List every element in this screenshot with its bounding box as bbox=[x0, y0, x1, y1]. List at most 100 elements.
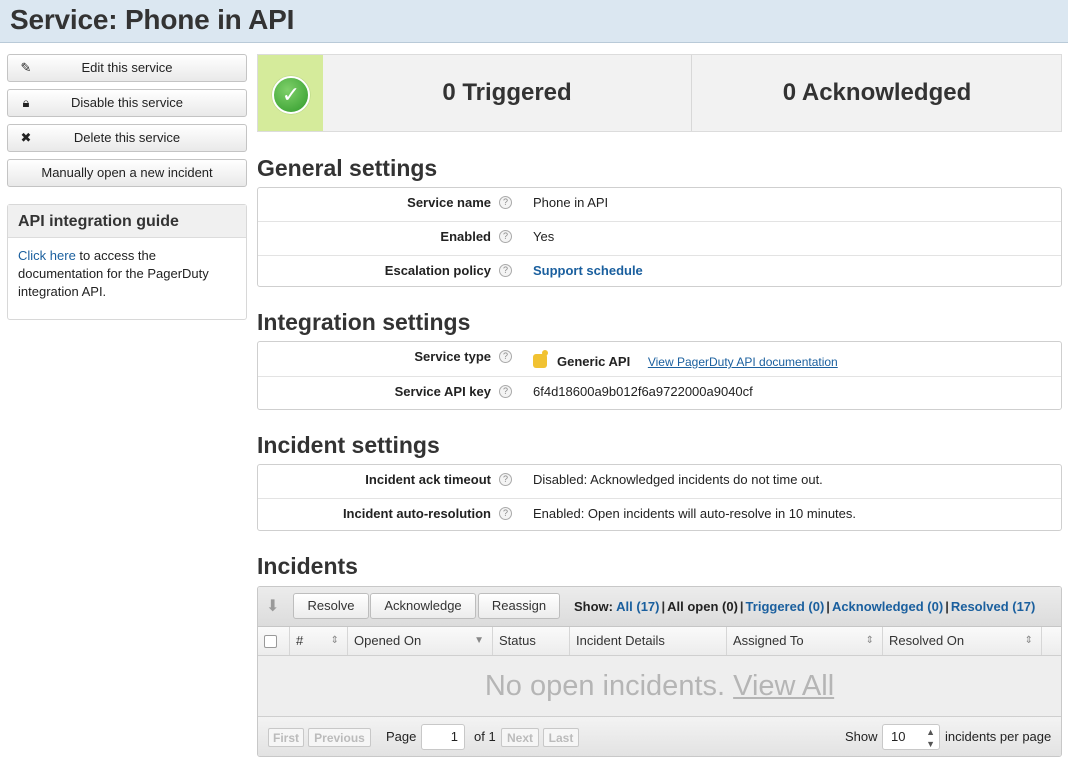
open-incident-label: Manually open a new incident bbox=[41, 165, 213, 180]
disable-service-button[interactable]: 🔒︎ Disable this service bbox=[7, 89, 247, 117]
help-icon[interactable]: ? bbox=[499, 230, 512, 243]
incidents-table-header: # ⇕ Opened On ▼ Status Incident Details As… bbox=[258, 627, 1061, 656]
filter-all-open[interactable]: All open (0) bbox=[667, 599, 738, 614]
pencil-icon: ✎ bbox=[20, 60, 32, 75]
api-documentation-link[interactable]: View PagerDuty API documentation bbox=[648, 355, 838, 369]
delete-service-label: Delete this service bbox=[73, 130, 181, 145]
puzzle-icon bbox=[533, 350, 548, 368]
help-icon[interactable]: ? bbox=[499, 507, 512, 520]
api-guide-body: Click here to access the documentation f… bbox=[8, 238, 246, 310]
last-page-button[interactable]: Last bbox=[543, 728, 579, 747]
incidents-heading: Incidents bbox=[257, 553, 358, 579]
service-name-label: Service name bbox=[407, 195, 491, 210]
column-resolved-on[interactable]: Resolved On ⇕ bbox=[883, 627, 1042, 655]
escalation-policy-link[interactable]: Support schedule bbox=[533, 256, 643, 285]
checkmark-icon: ✓ bbox=[272, 76, 310, 114]
edit-service-button[interactable]: ✎ Edit this service bbox=[7, 54, 247, 82]
show-label: Show: bbox=[574, 599, 613, 614]
column-assigned-to[interactable]: Assigned To ⇕ bbox=[727, 627, 883, 655]
api-guide-panel: API integration guide Click here to acce… bbox=[7, 204, 247, 320]
acknowledge-button[interactable]: Acknowledge bbox=[370, 593, 476, 619]
auto-resolution-label: Incident auto-resolution bbox=[342, 506, 491, 521]
sort-desc-icon: ▼ bbox=[474, 635, 484, 646]
auto-resolution-value: Enabled: Open incidents will auto-resolv… bbox=[533, 506, 857, 521]
settings-row-api-key: Service API key ? 6f4d18600a9b012f6a9722… bbox=[258, 377, 1061, 410]
api-guide-title: API integration guide bbox=[8, 205, 246, 238]
filter-resolved-link[interactable]: Resolved (17) bbox=[951, 599, 1036, 614]
sort-icon: ⇕ bbox=[330, 635, 339, 646]
next-page-button[interactable]: Next bbox=[501, 728, 539, 747]
edit-service-label: Edit this service bbox=[81, 60, 173, 75]
filter-all-link[interactable]: All (17) bbox=[616, 599, 659, 614]
disable-service-label: Disable this service bbox=[71, 95, 183, 110]
incidents-panel: ⬇ Resolve Acknowledge Reassign Show: All… bbox=[257, 586, 1062, 757]
show-per-page-label: Show bbox=[845, 729, 878, 744]
page-count: of 1 bbox=[474, 729, 496, 744]
column-number[interactable]: # ⇕ bbox=[290, 627, 348, 655]
view-all-link[interactable]: View All bbox=[733, 670, 834, 702]
integration-settings-table: Service type ? Generic API View PagerDut… bbox=[257, 341, 1062, 410]
api-guide-link[interactable]: Click here bbox=[18, 248, 76, 263]
service-type-name: Generic API bbox=[557, 354, 631, 369]
incident-status-panel: ✓ 0 Triggered 0 Acknowledged bbox=[257, 54, 1062, 132]
delete-service-button[interactable]: ✖ Delete this service bbox=[7, 124, 247, 152]
integration-settings-heading: Integration settings bbox=[257, 309, 471, 335]
settings-row-ack-timeout: Incident ack timeout ? Disabled: Acknowl… bbox=[258, 465, 1061, 499]
select-all-checkbox[interactable] bbox=[264, 635, 277, 648]
pagination-bar: First Previous Page 1 of 1 Next Last Sho… bbox=[258, 716, 1061, 756]
incidents-toolbar: ⬇ Resolve Acknowledge Reassign Show: All… bbox=[258, 587, 1061, 627]
column-incident-details-label: Incident Details bbox=[576, 633, 665, 648]
column-opened-on-label: Opened On bbox=[354, 633, 422, 648]
sort-icon: ⇕ bbox=[1024, 635, 1033, 646]
sort-icon: ⇕ bbox=[865, 635, 874, 646]
page-label: Page bbox=[386, 729, 417, 744]
page-number-input[interactable]: 1 bbox=[421, 724, 465, 750]
triggered-count[interactable]: 0 Triggered bbox=[323, 55, 691, 131]
filter-triggered-link[interactable]: Triggered (0) bbox=[746, 599, 825, 614]
column-status-label: Status bbox=[499, 633, 536, 648]
empty-incidents-message: No open incidents. View All bbox=[258, 656, 1061, 716]
settings-row-service-name: Service name ? Phone in API bbox=[258, 188, 1061, 222]
help-icon[interactable]: ? bbox=[499, 385, 512, 398]
previous-page-button[interactable]: Previous bbox=[308, 728, 371, 747]
settings-row-escalation-policy: Escalation policy ? Support schedule bbox=[258, 256, 1061, 289]
help-icon[interactable]: ? bbox=[499, 264, 512, 277]
settings-row-enabled: Enabled ? Yes bbox=[258, 222, 1061, 256]
ack-timeout-label: Incident ack timeout bbox=[365, 472, 491, 487]
down-arrow-icon: ⬇ bbox=[266, 598, 280, 615]
reassign-button[interactable]: Reassign bbox=[478, 593, 560, 619]
incident-filter: Show: All (17) | All open (0) | Triggered (0… bbox=[574, 599, 1036, 614]
first-page-button[interactable]: First bbox=[268, 728, 304, 747]
select-all-column bbox=[258, 627, 290, 655]
acknowledged-count[interactable]: 0 Acknowledged bbox=[692, 55, 1062, 131]
open-incident-button[interactable]: Manually open a new incident bbox=[7, 159, 247, 187]
enabled-value: Yes bbox=[533, 229, 555, 244]
column-incident-details[interactable]: Incident Details bbox=[570, 627, 727, 655]
escalation-policy-label: Escalation policy bbox=[384, 263, 491, 278]
general-settings-table: Service name ? Phone in API Enabled ? Ye… bbox=[257, 187, 1062, 287]
column-opened-on[interactable]: Opened On ▼ bbox=[348, 627, 493, 655]
per-page-label: incidents per page bbox=[945, 729, 1052, 744]
column-number-label: # bbox=[296, 633, 304, 648]
settings-row-auto-resolution: Incident auto-resolution ? Enabled: Open… bbox=[258, 499, 1061, 532]
empty-text: No open incidents. bbox=[484, 670, 726, 702]
lock-icon: 🔒︎ bbox=[22, 95, 30, 110]
per-page-select[interactable]: 10 ▲ ▼ bbox=[882, 724, 940, 750]
settings-row-service-type: Service type ? Generic API View PagerDut… bbox=[258, 342, 1061, 377]
help-icon[interactable]: ? bbox=[499, 196, 512, 209]
resolve-button[interactable]: Resolve bbox=[293, 593, 369, 619]
column-status[interactable]: Status bbox=[493, 627, 570, 655]
stepper-arrows-icon: ▲ ▼ bbox=[926, 727, 935, 749]
ack-timeout-value: Disabled: Acknowledged incidents do not … bbox=[533, 472, 823, 487]
general-settings-heading: General settings bbox=[257, 155, 438, 181]
status-ok-area: ✓ bbox=[258, 55, 323, 131]
page-title: Service: Phone in API bbox=[10, 4, 295, 35]
help-icon[interactable]: ? bbox=[499, 473, 512, 486]
api-key-label: Service API key bbox=[394, 384, 491, 399]
filter-acknowledged-link[interactable]: Acknowledged (0) bbox=[832, 599, 943, 614]
x-icon: ✖ bbox=[20, 130, 32, 145]
incident-settings-heading: Incident settings bbox=[257, 432, 440, 458]
service-type-label: Service type bbox=[414, 349, 491, 364]
help-icon[interactable]: ? bbox=[499, 350, 512, 363]
api-key-value: 6f4d18600a9b012f6a9722000a9040cf bbox=[533, 384, 753, 399]
